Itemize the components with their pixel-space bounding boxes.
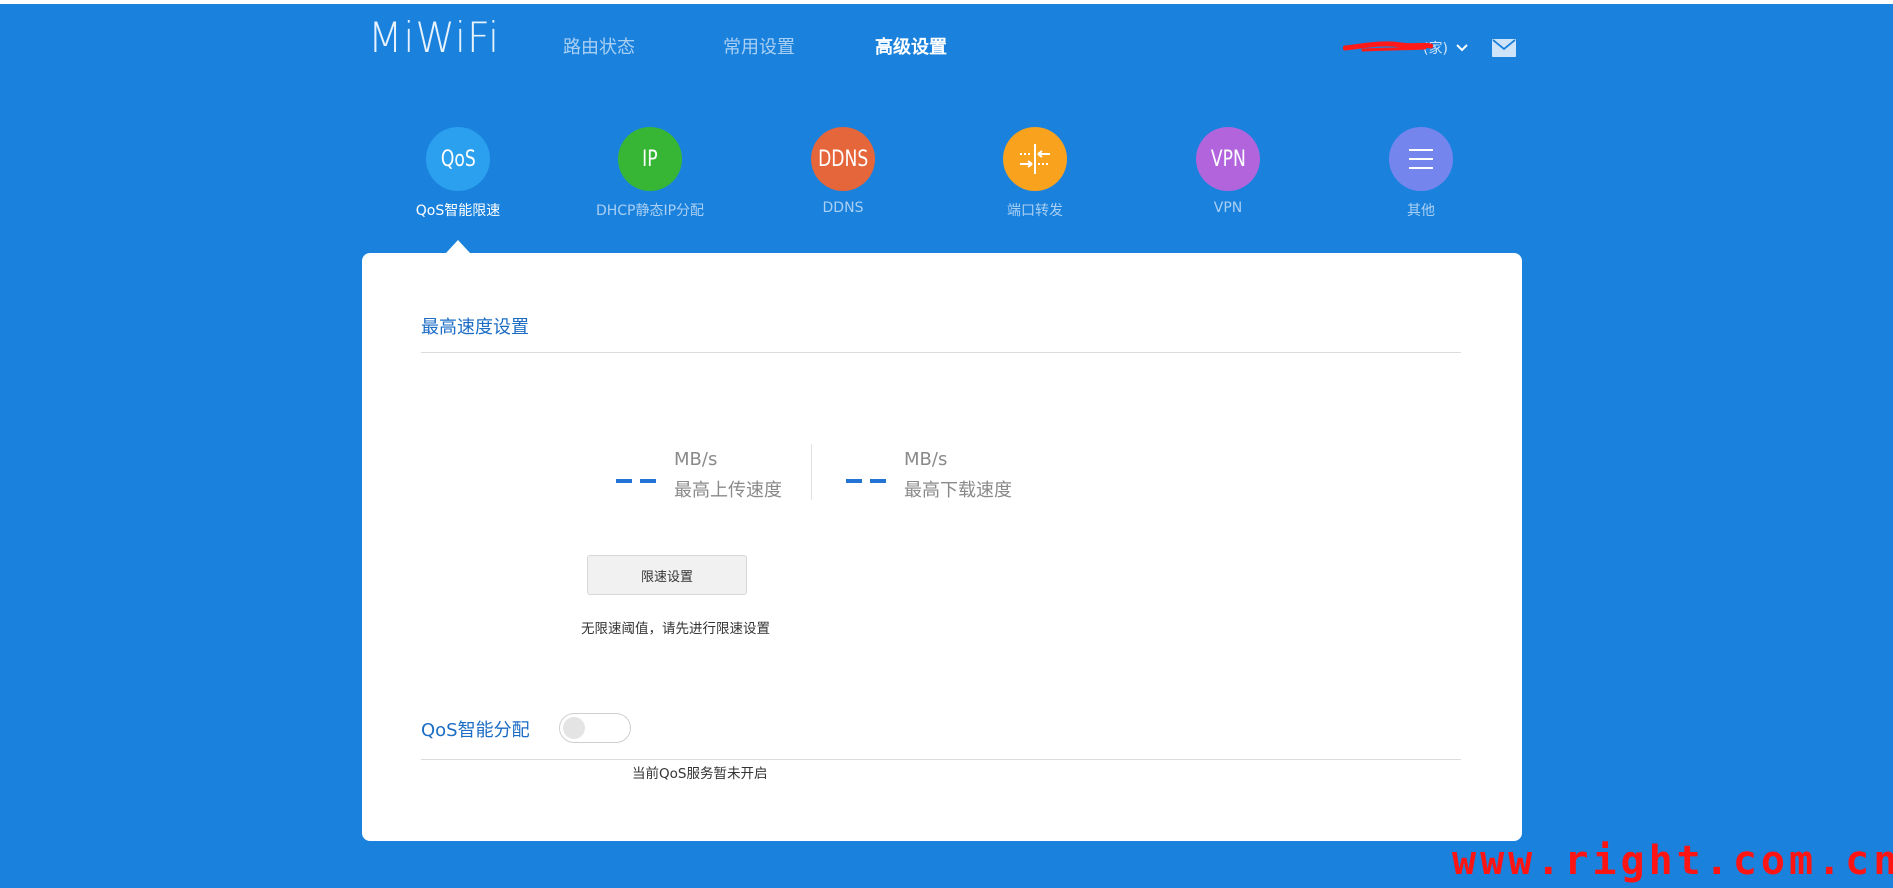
port-forward-icon — [1003, 127, 1067, 191]
feature-qos[interactable]: QoS QoS智能限速 — [378, 127, 538, 220]
limit-settings-button[interactable]: 限速设置 — [587, 555, 747, 595]
download-value-dash — [870, 479, 886, 483]
feature-label: QoS智能限速 — [415, 203, 501, 219]
qos-toggle[interactable] — [559, 713, 631, 743]
feature-vpn[interactable]: VPN VPN — [1148, 127, 1308, 216]
toggle-knob — [563, 717, 585, 739]
divider — [421, 759, 1461, 760]
qos-distribution-label: QoS智能分配 — [421, 720, 530, 741]
feature-label: 端口转发 — [1007, 203, 1063, 219]
nav-advanced-settings[interactable]: 高级设置 — [875, 36, 947, 60]
speed-divider — [811, 444, 812, 500]
miwifi-logo: MiWiFi — [368, 13, 501, 62]
settings-panel: 最高速度设置 MB/s 最高上传速度 MB/s 最高下载速度 限速设置 无限速阈… — [362, 253, 1522, 841]
upload-value-dash — [640, 479, 656, 483]
divider — [421, 352, 1461, 353]
section-title: 最高速度设置 — [421, 317, 529, 338]
upload-label: 最高上传速度 — [674, 480, 782, 501]
qos-status-text: 当前QoS服务暂未开启 — [632, 766, 768, 782]
active-tab-pointer — [446, 240, 470, 253]
menu-icon — [1389, 127, 1453, 191]
feature-label: DDNS — [822, 200, 864, 216]
top-strip — [0, 0, 1893, 4]
feature-other[interactable]: 其他 — [1341, 127, 1501, 220]
limit-hint: 无限速阈值，请先进行限速设置 — [581, 621, 770, 637]
mail-icon[interactable] — [1492, 39, 1516, 57]
feature-dhcp-static-ip[interactable]: IP DHCP静态IP分配 — [570, 127, 730, 220]
upload-value-dash — [616, 479, 632, 483]
ddns-icon: DDNS — [811, 127, 875, 191]
user-menu[interactable]: (家) — [1343, 36, 1468, 60]
upload-unit: MB/s — [674, 449, 718, 470]
download-label: 最高下载速度 — [904, 480, 1012, 501]
nav-common-settings[interactable]: 常用设置 — [723, 36, 795, 60]
feature-port-forward[interactable]: 端口转发 — [955, 127, 1115, 220]
nav-router-status[interactable]: 路由状态 — [563, 36, 635, 60]
feature-ddns[interactable]: DDNS DDNS — [763, 127, 923, 216]
vpn-icon: VPN — [1196, 127, 1260, 191]
redaction-mark — [1343, 41, 1433, 52]
feature-label: DHCP静态IP分配 — [595, 203, 705, 219]
download-value-dash — [846, 479, 862, 483]
ip-icon: IP — [618, 127, 682, 191]
feature-label: 其他 — [1407, 203, 1435, 219]
download-unit: MB/s — [904, 449, 948, 470]
chevron-down-icon — [1456, 44, 1468, 52]
watermark: www.right.com.cn — [1452, 838, 1893, 884]
feature-label: VPN — [1213, 200, 1243, 216]
qos-icon: QoS — [426, 127, 490, 191]
